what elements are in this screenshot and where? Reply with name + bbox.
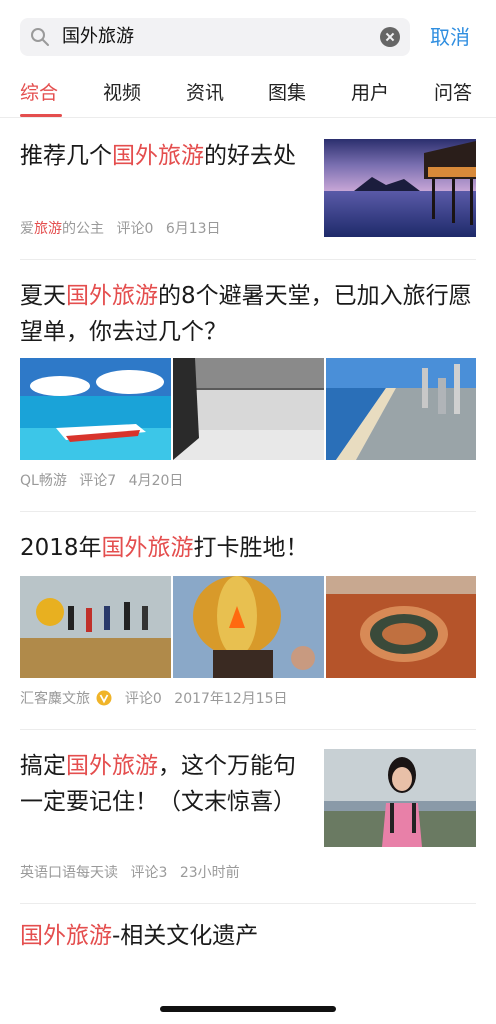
article-title[interactable]: 推荐几个国外旅游的好去处 xyxy=(20,138,310,174)
comment-count: 评论7 xyxy=(79,473,117,489)
title-text: 的好去处 xyxy=(204,143,296,169)
tab-users[interactable]: 用户 xyxy=(351,80,389,106)
title-highlight: 国外旅游 xyxy=(101,535,194,561)
comment-count: 评论0 xyxy=(124,691,162,707)
search-query: 国外旅游 xyxy=(62,26,134,47)
article-thumbnail[interactable] xyxy=(326,358,476,460)
post-date: 2017年12月15日 xyxy=(174,691,288,707)
article-thumbnail[interactable] xyxy=(20,358,171,460)
tab-qa[interactable]: 问答 xyxy=(434,80,472,106)
search-icon xyxy=(31,28,49,46)
article-meta: 爱旅游的公主 评论0 6月13日 xyxy=(20,219,229,239)
tab-bar: 综合 视频 资讯 图集 用户 问答 xyxy=(0,72,496,118)
article-meta: 英语口语每天读 评论3 23小时前 xyxy=(20,863,248,883)
article-title[interactable]: 2018年国外旅游打卡胜地！ xyxy=(20,530,476,566)
tab-news[interactable]: 资讯 xyxy=(186,80,224,106)
cancel-button[interactable]: 取消 xyxy=(430,24,470,50)
comment-count: 评论0 xyxy=(116,221,154,237)
post-date: 23小时前 xyxy=(179,865,240,881)
search-input[interactable]: 国外旅游 xyxy=(20,18,410,56)
article-thumbnail[interactable] xyxy=(173,358,324,460)
article-title[interactable]: 国外旅游-相关文化遗产 xyxy=(20,918,476,954)
divider xyxy=(20,729,476,730)
title-text: 打卡胜地！ xyxy=(193,535,309,561)
author-name: 爱旅游的公主 xyxy=(20,221,104,237)
title-text: 夏天 xyxy=(20,283,66,309)
title-highlight: 国外旅游 xyxy=(112,143,204,169)
home-indicator[interactable] xyxy=(160,1006,336,1012)
author-name: QL畅游 xyxy=(20,473,67,489)
author-name: 英语口语每天读 xyxy=(20,865,118,881)
article-title[interactable]: 夏天国外旅游的8个避暑天堂，已加入旅行愿望单，你去过几个？ xyxy=(20,278,476,350)
tab-gallery[interactable]: 图集 xyxy=(268,80,306,106)
title-text: 2018年 xyxy=(20,535,102,561)
article-thumbnail[interactable] xyxy=(20,576,171,678)
article-meta: 汇客麋文旅 评论0 2017年12月15日 xyxy=(20,689,296,709)
post-date: 4月20日 xyxy=(128,473,184,489)
title-text: 搞定 xyxy=(20,753,66,779)
search-bar: 国外旅游 取消 xyxy=(0,0,496,68)
article-title[interactable]: 搞定国外旅游，这个万能句一定要记住！（文末惊喜） xyxy=(20,748,310,820)
post-date: 6月13日 xyxy=(165,221,221,237)
tab-video[interactable]: 视频 xyxy=(103,80,141,106)
verified-v-icon xyxy=(96,690,112,706)
active-tab-indicator xyxy=(20,114,62,117)
article-thumbnail[interactable] xyxy=(326,576,476,678)
clear-icon[interactable] xyxy=(380,27,400,47)
article-meta: QL畅游 评论7 4月20日 xyxy=(20,471,191,491)
title-highlight: 国外旅游 xyxy=(66,753,158,779)
article-thumbnail[interactable] xyxy=(173,576,324,678)
divider xyxy=(20,259,476,260)
tab-all[interactable]: 综合 xyxy=(20,80,58,106)
article-thumbnail[interactable] xyxy=(324,139,476,237)
author-name: 汇客麋文旅 xyxy=(20,691,90,707)
divider xyxy=(20,903,476,904)
article-thumbnail[interactable] xyxy=(324,749,476,847)
title-highlight: 国外旅游 xyxy=(20,923,112,949)
divider xyxy=(20,511,476,512)
comment-count: 评论3 xyxy=(130,865,168,881)
title-text: 推荐几个 xyxy=(20,143,112,169)
title-text: -相关文化遗产 xyxy=(112,923,259,949)
title-highlight: 国外旅游 xyxy=(66,283,158,309)
